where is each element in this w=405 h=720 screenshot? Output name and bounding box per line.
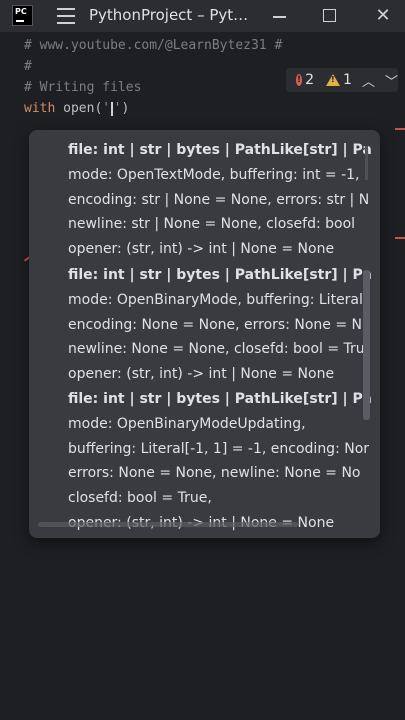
error-icon: ! [296, 74, 303, 86]
title-bar: PC PythonProject – Pyt… ✕ [0, 0, 405, 32]
close-button[interactable]: ✕ [373, 6, 393, 26]
parameter-info-popup: file: int | str | bytes | PathLike[str] … [29, 130, 380, 538]
chevron-down-icon[interactable]: ﹀ [385, 71, 398, 90]
signature-1: file: int | str | bytes | PathLike[str] … [68, 138, 372, 262]
error-stripe-marker[interactable] [395, 237, 405, 239]
func-open: open [63, 101, 95, 116]
code-line-comment-2: # [24, 59, 32, 74]
signature-line: mode: OpenBinaryMode, buffering: Literal… [68, 291, 369, 308]
signature-line: errors: None = None, newline: None = No [68, 465, 361, 482]
signature-divider [365, 146, 368, 180]
signature-line: buffering: Literal[-1, 1] = -1, encoding… [68, 440, 370, 457]
keyword-with: with [24, 101, 56, 116]
vertical-scrollbar[interactable] [363, 270, 370, 420]
close-paren: ) [121, 101, 130, 116]
window-title: PythonProject – Pyt… [89, 6, 249, 24]
signature-line: newline: None = None, closefd: bool = Tr… [68, 341, 365, 358]
maximize-button[interactable] [320, 6, 340, 26]
signature-line: file: int | str | bytes | PathLike[str] … [68, 267, 372, 283]
error-count: 2 [305, 72, 315, 88]
logo-text: PC [15, 7, 27, 16]
warning-count: 1 [343, 72, 352, 88]
signature-3: file: int | str | bytes | PathLike[str] … [68, 387, 372, 536]
signature-line: closefd: bool = True, [68, 490, 212, 507]
minimize-button[interactable] [270, 6, 290, 26]
text-caret [111, 101, 113, 116]
signature-line: mode: OpenTextMode, buffering: int = -1, [68, 166, 360, 183]
chevron-up-icon[interactable]: ︿ [362, 71, 375, 90]
code-line-comment-3: # Writing files [24, 80, 142, 95]
signature-line: opener: (str, int) -> int | None = None [68, 366, 335, 383]
signature-line: file: int | str | bytes | PathLike[str] … [68, 142, 372, 158]
signature-line: file: int | str | bytes | PathLike[str] … [68, 391, 372, 407]
warning-icon [326, 74, 341, 86]
quote-open: ' [102, 101, 111, 116]
main-menu-icon[interactable] [57, 8, 75, 24]
signature-2: file: int | str | bytes | PathLike[str] … [68, 263, 372, 387]
signature-line: encoding: str | None = None, errors: str… [68, 191, 370, 208]
signature-line: mode: OpenBinaryModeUpdating, [68, 415, 306, 432]
horizontal-scrollbar[interactable] [38, 522, 298, 527]
inspection-widget[interactable]: ! 2 1 ︿ ﹀ [286, 68, 398, 92]
signature-line: encoding: None = None, errors: None = N [68, 316, 363, 333]
code-line-comment-1: # www.youtube.com/@LearnBytez31 # [24, 38, 283, 53]
pycharm-logo-icon: PC [12, 5, 33, 26]
signature-line: opener: (str, int) -> int | None = None [68, 241, 335, 258]
signature-line: newline: str | None = None, closefd: boo… [68, 216, 356, 233]
error-stripe-marker[interactable] [395, 128, 405, 130]
code-line-with-open: with open(' ') [24, 101, 129, 116]
